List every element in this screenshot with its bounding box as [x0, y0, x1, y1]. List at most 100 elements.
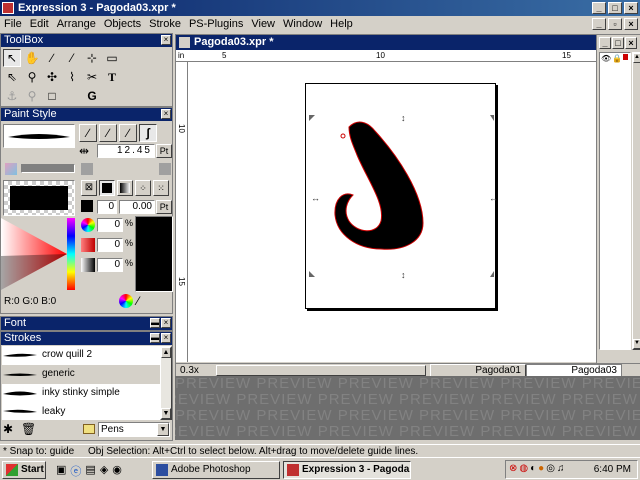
menu-arrange[interactable]: Arrange: [53, 16, 100, 33]
text-tool-icon[interactable]: T: [103, 68, 121, 86]
horizontal-ruler[interactable]: in 5 10 15: [176, 50, 596, 62]
fill-none-icon[interactable]: ⊠: [81, 180, 97, 196]
menu-ps-plugins[interactable]: PS-Plugins: [185, 16, 247, 33]
knife-icon[interactable]: ⌇: [63, 68, 81, 86]
stroke-preview[interactable]: [3, 124, 75, 148]
media-icon[interactable]: ◉: [112, 463, 122, 479]
offset-a-field[interactable]: 0: [97, 200, 117, 214]
doc-minimize-button[interactable]: _: [592, 18, 606, 30]
layers-list[interactable]: 👁 🔒: [599, 52, 631, 350]
anchor-icon[interactable]: ⚓: [3, 87, 21, 105]
zoom-icon[interactable]: ⚲: [23, 68, 41, 86]
start-button[interactable]: Start: [2, 461, 46, 479]
doc-close-button[interactable]: ×: [624, 18, 638, 30]
brush-icon[interactable]: ∕: [43, 49, 61, 67]
menu-window[interactable]: Window: [279, 16, 326, 33]
fill-gradient-icon[interactable]: [117, 180, 133, 196]
fill-solid-icon[interactable]: [99, 180, 115, 196]
tray-icon-3[interactable]: ◐: [530, 463, 536, 474]
color-picker-triangle[interactable]: [1, 216, 77, 292]
stroke-brush-icon[interactable]: ∕: [119, 124, 137, 142]
handle-left-icon[interactable]: ↔: [311, 193, 320, 203]
opacity-field-1[interactable]: 0: [97, 218, 123, 232]
swatch-grey-icon[interactable]: [81, 163, 93, 175]
opacity-field-3[interactable]: 0: [97, 258, 123, 272]
swirl-shape[interactable]: [334, 121, 424, 250]
layers-scrollbar[interactable]: ▲ ▼: [632, 52, 640, 350]
menu-stroke[interactable]: Stroke: [145, 16, 185, 33]
offset-unit[interactable]: Pt: [156, 200, 172, 214]
subselect-arrow-icon[interactable]: ⇖: [3, 68, 21, 86]
stroke-unit[interactable]: Pt: [156, 144, 172, 158]
hue-wheel-icon[interactable]: [81, 218, 95, 232]
lock-icon[interactable]: 🔒: [612, 54, 622, 63]
task-photoshop[interactable]: Adobe Photoshop: [152, 461, 280, 479]
selected-artwork[interactable]: ↕ ↔ ↔ ↕: [305, 83, 498, 311]
explorer-icon[interactable]: ▤: [85, 463, 95, 479]
path-node-icon[interactable]: [340, 133, 346, 139]
color-mixer-icon[interactable]: [119, 294, 133, 308]
stroke-skeletal-icon[interactable]: ʃ: [139, 124, 157, 142]
volume-icon[interactable]: ♫: [557, 463, 565, 474]
minimize-button[interactable]: _: [592, 2, 606, 14]
eyedropper-small-icon[interactable]: ⁄: [137, 294, 139, 308]
h-scrollbar[interactable]: [216, 365, 426, 376]
strokes-close-icon[interactable]: ×: [161, 333, 171, 343]
task-expression[interactable]: Expression 3 - Pagoda...: [283, 461, 411, 479]
tray-icon-4[interactable]: ●: [538, 463, 544, 474]
scroll-up-icon[interactable]: ▲: [161, 347, 171, 358]
node-edit-icon[interactable]: ✣: [43, 68, 61, 86]
tray-icon-5[interactable]: ◎: [546, 463, 555, 474]
zoom-level[interactable]: 0.3x: [180, 365, 199, 376]
handle-bottom-icon[interactable]: ↕: [401, 270, 406, 280]
handle-tr[interactable]: [490, 115, 494, 121]
stroke-width-field[interactable]: 12.45: [97, 144, 155, 158]
hand-icon[interactable]: ✋: [23, 49, 41, 67]
docwin-maximize-button[interactable]: □: [612, 37, 624, 49]
doc-restore-button[interactable]: ▫: [608, 18, 622, 30]
ie-icon[interactable]: ⓔ: [70, 463, 81, 479]
menu-objects[interactable]: Objects: [100, 16, 145, 33]
selection-arrow-icon[interactable]: ↖: [3, 49, 21, 67]
handle-br[interactable]: [490, 271, 494, 277]
swatch-grey-right-icon[interactable]: [159, 163, 171, 175]
font-minimize-icon[interactable]: ▬: [150, 318, 160, 328]
list-item[interactable]: inky stinky simple: [2, 384, 160, 403]
pen-node-icon[interactable]: ⊹: [83, 49, 101, 67]
fill-pattern-icon[interactable]: ⁘: [135, 180, 151, 196]
scissors-icon[interactable]: ✂: [83, 68, 101, 86]
layers-scroll-up-icon[interactable]: ▲: [633, 53, 640, 63]
menu-edit[interactable]: Edit: [26, 16, 53, 33]
scroll-down-icon[interactable]: ▼: [161, 408, 171, 419]
gradient-swatch-icon[interactable]: [5, 163, 17, 175]
menu-file[interactable]: File: [0, 16, 26, 33]
handle-right-icon[interactable]: ↔: [489, 193, 498, 203]
marquee-icon[interactable]: ▭: [103, 49, 121, 67]
strokes-minimize-icon[interactable]: ▬: [150, 333, 160, 343]
tray-icon-1[interactable]: ⊗: [509, 463, 517, 474]
folder-icon[interactable]: [83, 424, 95, 434]
new-stroke-icon[interactable]: ✱: [3, 422, 13, 436]
document-icon[interactable]: [179, 37, 190, 48]
handle-bl[interactable]: [309, 271, 315, 277]
layers-scroll-down-icon[interactable]: ▼: [633, 339, 640, 349]
chevron-down-icon[interactable]: ▼: [157, 423, 169, 436]
maximize-button[interactable]: □: [608, 2, 622, 14]
docwin-minimize-button[interactable]: _: [599, 37, 611, 49]
app-quicklaunch-icon[interactable]: ◈: [100, 463, 108, 479]
stroke-thin-icon[interactable]: ∕: [79, 124, 97, 142]
handle-tl[interactable]: [309, 115, 315, 121]
rotate-icon[interactable]: G: [83, 87, 101, 105]
list-item[interactable]: crow quill 2: [2, 346, 160, 365]
stroke-category-select[interactable]: Pens ▼: [98, 422, 170, 437]
luminance-icon[interactable]: [81, 258, 95, 272]
eye-icon[interactable]: 👁: [601, 54, 611, 63]
drawing-canvas[interactable]: ↕ ↔ ↔ ↕: [188, 62, 596, 362]
menu-help[interactable]: Help: [326, 16, 357, 33]
red-channel-icon[interactable]: [81, 238, 95, 252]
stroke-pen-icon[interactable]: ∕: [99, 124, 117, 142]
clock[interactable]: 6:40 PM: [594, 464, 631, 475]
font-title[interactable]: Font ▬ ×: [1, 317, 172, 330]
strokes-scrollbar[interactable]: ▲ ▼: [160, 346, 172, 420]
fill-swatch[interactable]: [3, 180, 75, 216]
